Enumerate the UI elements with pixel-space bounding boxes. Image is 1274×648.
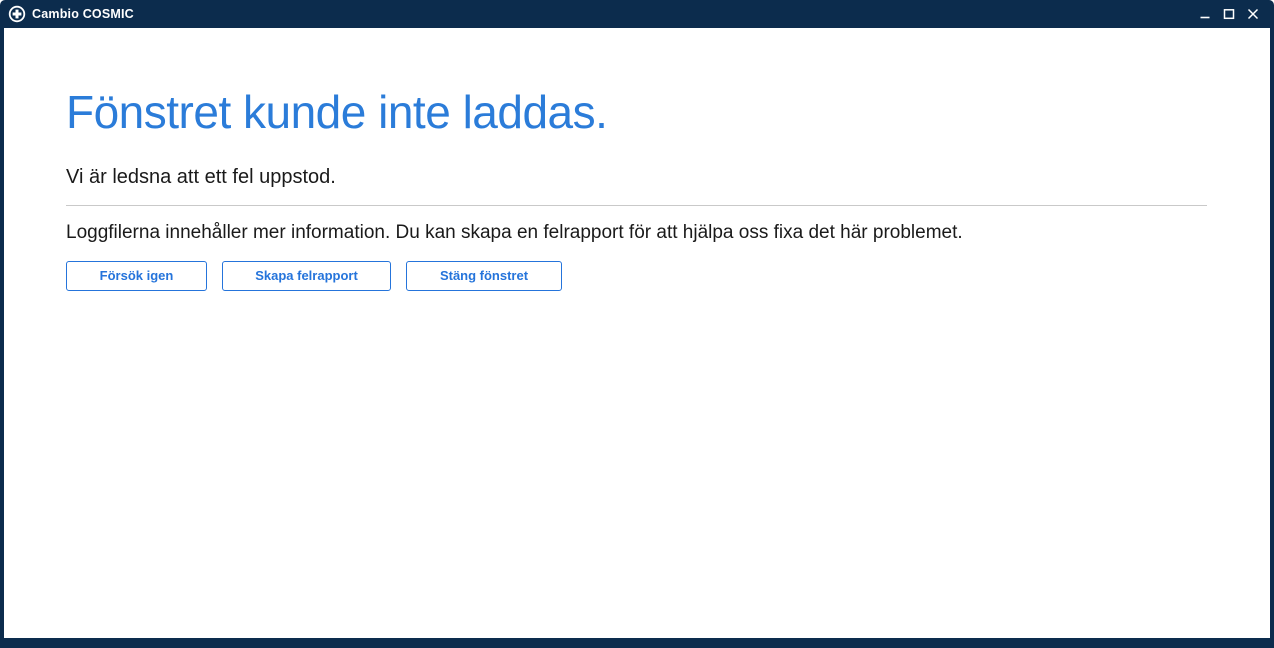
error-subheading: Vi är ledsna att ett fel uppstod. xyxy=(66,166,1207,189)
action-button-row: Försök igen Skapa felrapport Stäng fönst… xyxy=(66,261,1207,291)
retry-button[interactable]: Försök igen xyxy=(66,261,207,291)
divider xyxy=(66,205,1207,206)
maximize-icon[interactable] xyxy=(1220,5,1238,23)
window-controls xyxy=(1196,5,1266,23)
app-window: Cambio COSMIC Fönstret kunde inte ladda xyxy=(0,0,1274,648)
error-description: Loggfilerna innehåller mer information. … xyxy=(66,222,1207,244)
close-window-button[interactable]: Stäng fönstret xyxy=(406,261,562,291)
error-panel: Fönstret kunde inte laddas. Vi är ledsna… xyxy=(4,28,1270,638)
close-icon[interactable] xyxy=(1244,5,1262,23)
cambio-cosmic-logo-icon xyxy=(8,5,26,23)
window-title: Cambio COSMIC xyxy=(32,7,134,21)
error-heading: Fönstret kunde inte laddas. xyxy=(66,86,1207,139)
titlebar[interactable]: Cambio COSMIC xyxy=(0,0,1274,28)
minimize-icon[interactable] xyxy=(1196,5,1214,23)
create-error-report-button[interactable]: Skapa felrapport xyxy=(222,261,391,291)
